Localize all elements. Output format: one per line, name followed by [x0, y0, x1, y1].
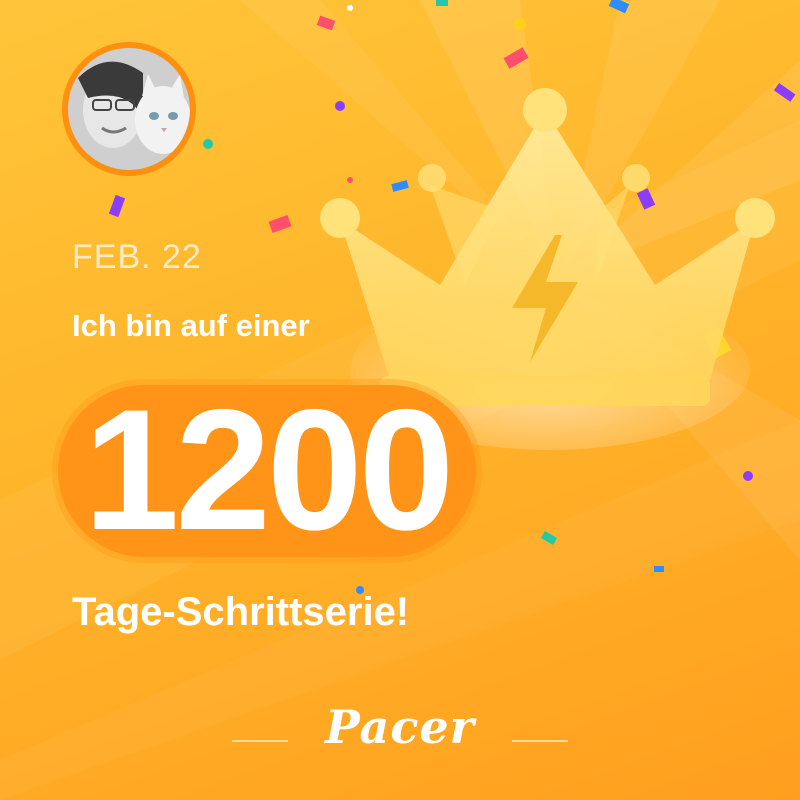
- streak-label-text: Tage-Schrittserie!: [72, 590, 410, 634]
- pacer-logo: Pacer: [325, 700, 475, 754]
- avatar: [62, 42, 196, 176]
- profile-photo: [68, 48, 190, 170]
- footer-divider-left: [232, 740, 288, 742]
- date-label: FEB. 22: [72, 238, 202, 276]
- footer-divider-right: [512, 740, 568, 742]
- streak-intro-text: Ich bin auf einer: [72, 308, 310, 343]
- streak-number: 1200: [83, 374, 455, 566]
- streak-card: FEB. 22 Ich bin auf einer 1200 Tage-Schr…: [0, 0, 800, 800]
- profile-photo-illustration: [68, 48, 190, 170]
